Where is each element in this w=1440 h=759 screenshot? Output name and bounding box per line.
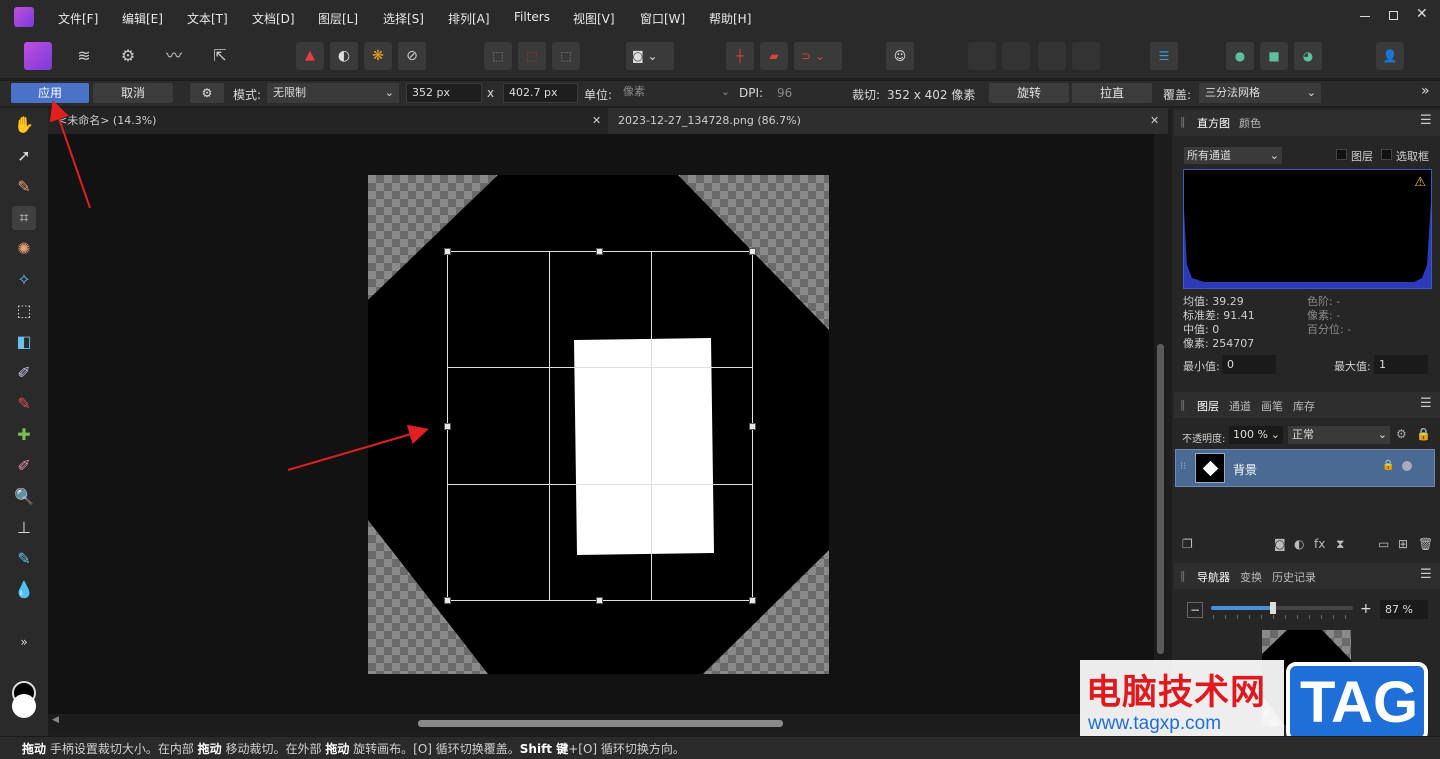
annotation-arrow-apply — [49, 100, 91, 209]
status-text-part: 拖动 — [22, 742, 47, 756]
add-live-filter-icon[interactable]: ⧗ — [1336, 537, 1344, 552]
channel-select-value: 所有通道 — [1187, 149, 1231, 162]
tab-channels[interactable]: 通道 — [1229, 398, 1251, 414]
status-hint-text: 拖动 手柄设置裁切大小。在内部 拖动 移动裁切。在外部 拖动 旋转画布。[O] … — [22, 740, 685, 757]
watermark-logo: 电脑技术网 www.tagxp.com TAG — [1080, 660, 1428, 742]
panel-grip-icon[interactable]: ‖ — [1180, 569, 1186, 582]
add-mask-icon[interactable]: ◙ — [1274, 537, 1286, 551]
min-value-input[interactable]: 0 — [1222, 355, 1276, 374]
panel-menu-icon[interactable]: ☰ — [1420, 396, 1432, 411]
add-fx-icon[interactable]: fx — [1314, 537, 1325, 551]
chevron-down-icon: ⌄ — [1269, 149, 1279, 162]
status-text-part: 拖动 — [197, 742, 222, 756]
layer-name: 背景 — [1233, 463, 1258, 477]
tab-history[interactable]: 历史记录 — [1272, 569, 1316, 585]
chevron-down-icon: ⌄ — [1377, 428, 1387, 441]
zoom-ticks — [1213, 615, 1353, 619]
layer-row-background[interactable]: ⁝⁝ 背景 🔒 — [1175, 449, 1435, 487]
opacity-label: 不透明度: — [1182, 434, 1226, 445]
blend-mode-value: 正常 — [1292, 428, 1314, 441]
marquee-checkbox[interactable] — [1381, 149, 1392, 160]
tab-layers[interactable]: 图层 — [1197, 398, 1219, 414]
zoom-out-button[interactable]: − — [1187, 602, 1203, 618]
status-text-part: 拖动 — [325, 742, 350, 756]
histogram-curve — [1184, 200, 1431, 288]
layer-lock-icon[interactable]: 🔒 — [1382, 460, 1394, 471]
layer-thumbnail — [1195, 453, 1225, 483]
panel-grip-icon[interactable]: ‖ — [1180, 398, 1186, 411]
chevron-down-icon: ⌄ — [1270, 428, 1280, 441]
watermark-site-name: 电脑技术网 — [1086, 673, 1267, 713]
zoom-slider-thumb[interactable] — [1269, 602, 1276, 614]
layers-bottom-toolbar: ❐ ◙ ◐ fx ⧗ ▭ ⊞ 🗑 — [1174, 537, 1440, 559]
tab-navigator[interactable]: 导航器 — [1197, 569, 1230, 585]
min-value-label: 最小值: — [1183, 360, 1220, 373]
zoom-value-input[interactable]: 87 % — [1380, 600, 1428, 619]
status-text-part: 旋转画布。[O] 循环切换覆盖。 — [349, 742, 520, 756]
annotation-arrow-handle — [287, 424, 429, 471]
status-text-part: 手柄设置裁切大小。在内部 — [46, 742, 198, 756]
stat-percentile: 百分位: - — [1307, 323, 1352, 336]
layer-grip-icon: ⁝⁝ — [1180, 461, 1187, 472]
histogram-graph: ⚠ — [1183, 169, 1432, 289]
watermark-badge: TAG — [1286, 662, 1428, 742]
add-group-icon[interactable]: ▭ — [1378, 537, 1389, 551]
panel-menu-icon[interactable]: ☰ — [1420, 113, 1432, 128]
tab-color[interactable]: 颜色 — [1239, 115, 1261, 131]
status-text-part: Shift 键 — [519, 742, 569, 756]
panel-grip-icon[interactable]: ‖ — [1180, 115, 1186, 128]
opacity-select[interactable]: 100 % ⌄ — [1229, 426, 1283, 444]
panel-menu-icon[interactable]: ☰ — [1420, 567, 1432, 582]
max-value-label: 最大值: — [1334, 360, 1371, 373]
opacity-select-value: 100 % — [1233, 428, 1268, 441]
max-value-input[interactable]: 1 — [1374, 355, 1428, 374]
tab-brushes[interactable]: 画笔 — [1261, 398, 1283, 414]
zoom-slider[interactable] — [1211, 602, 1353, 614]
layer-checkbox-label: 图层 — [1351, 150, 1373, 163]
stat-pixels: 像素: 254707 — [1183, 337, 1255, 350]
lock-icon[interactable]: 🔒 — [1416, 427, 1431, 441]
channel-select[interactable]: 所有通道 ⌄ — [1184, 147, 1282, 164]
layer-visibility-icon[interactable] — [1402, 461, 1412, 471]
layer-settings-gear-icon[interactable]: ⚙ — [1396, 427, 1407, 441]
marquee-checkbox-label: 选取框 — [1396, 150, 1429, 163]
clipping-warning-icon: ⚠ — [1414, 175, 1426, 190]
watermark-url: www.tagxp.com — [1088, 713, 1222, 734]
tab-stock[interactable]: 库存 — [1293, 398, 1315, 414]
watermark-badge-text: TAG — [1300, 670, 1419, 735]
tab-transform[interactable]: 变换 — [1240, 569, 1262, 585]
status-bar: 拖动 手柄设置裁切大小。在内部 拖动 移动裁切。在外部 拖动 旋转画布。[O] … — [0, 736, 1440, 759]
zoom-slider-fill — [1211, 606, 1273, 610]
delete-layer-icon[interactable]: 🗑 — [1418, 537, 1433, 551]
zoom-in-button[interactable]: + — [1360, 601, 1372, 617]
status-text-part: 移动裁切。在外部 — [221, 742, 326, 756]
add-adjustment-icon[interactable]: ◐ — [1294, 537, 1304, 551]
add-pixel-layer-icon[interactable]: ⊞ — [1398, 537, 1408, 551]
tab-histogram[interactable]: 直方图 — [1197, 115, 1230, 131]
status-text-part: +[O] 循环切换方向。 — [568, 742, 685, 756]
layers-panel-options-icon[interactable]: ❐ — [1182, 537, 1193, 551]
blend-mode-select[interactable]: 正常 ⌄ — [1288, 426, 1390, 444]
layer-checkbox[interactable] — [1336, 149, 1347, 160]
